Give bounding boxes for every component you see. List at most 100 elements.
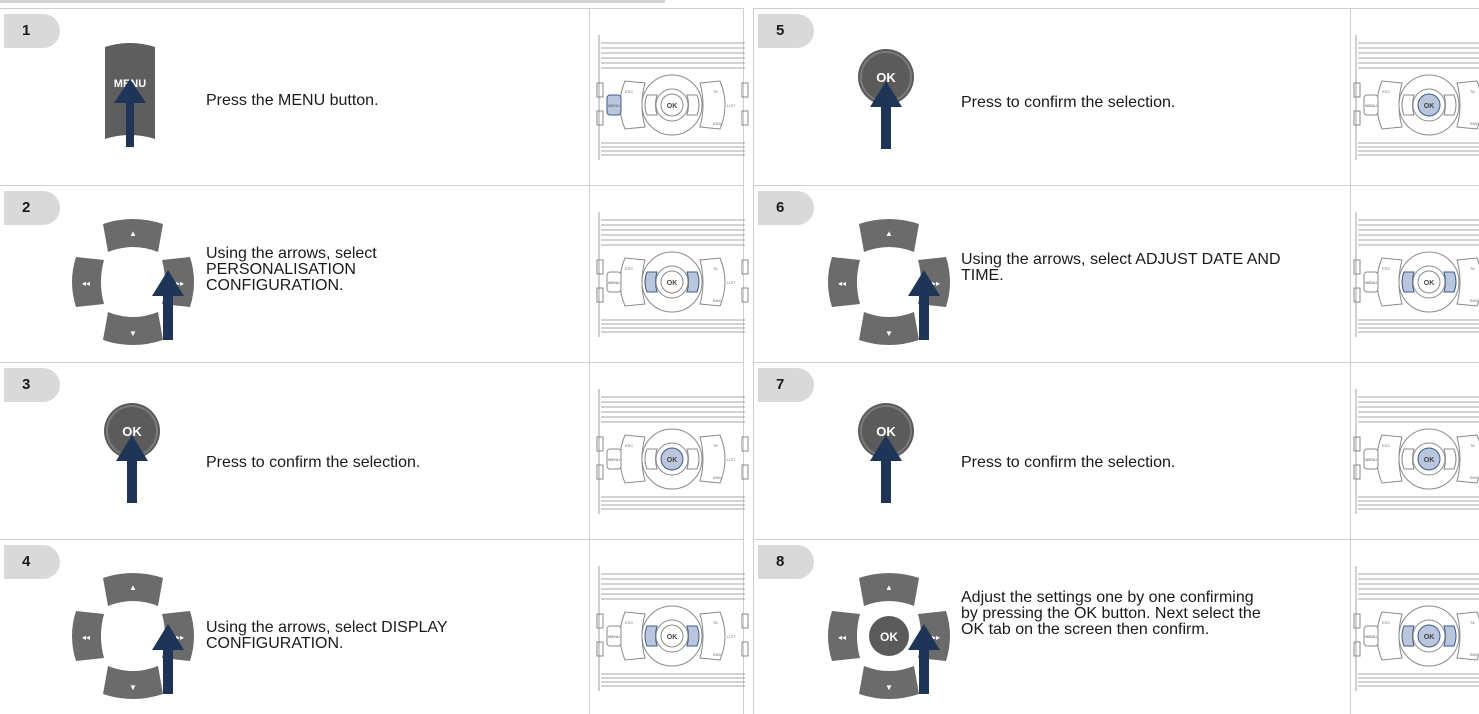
step-number: 5: [758, 14, 814, 48]
svg-text:ESC: ESC: [625, 89, 633, 94]
column-divider: [1350, 540, 1351, 714]
svg-text:OK: OK: [1424, 280, 1435, 287]
step-number: 2: [4, 191, 60, 225]
step-row: 3 OK Press to confirm the selection. MEN…: [0, 363, 749, 540]
column-divider: [589, 540, 590, 714]
menu-button-icon: MENU: [100, 39, 160, 154]
svg-text:◂◂: ◂◂: [838, 633, 846, 642]
left-column: 1 MENU Press the MENU button. MENU ESC T…: [0, 8, 749, 714]
step-row: 8 ▲ ▼ ◂◂ ▸▸ OK Adjust the settings one b…: [754, 540, 1479, 714]
step-row: 4 ▲ ▼ ◂◂ ▸▸ Using the arrows, select DIS…: [0, 540, 749, 714]
right-column: 5 OK Press to confirm the selection. MEN…: [753, 8, 1479, 714]
arrow-pad-icon: ▲ ▼ ◂◂ ▸▸: [68, 566, 198, 711]
svg-text:◂◂: ◂◂: [82, 633, 90, 642]
step-instruction: Press to confirm the selection.: [961, 94, 1176, 111]
svg-text:OK: OK: [1424, 634, 1435, 641]
svg-text:OK: OK: [667, 103, 678, 110]
console-diagram: MENU ESC TA LIST BND OK: [595, 212, 750, 337]
console-diagram: MENU ESC TA LIST BND OK: [595, 389, 750, 514]
svg-text:BND: BND: [713, 652, 722, 657]
svg-text:◂◂: ◂◂: [82, 279, 90, 288]
svg-text:OK: OK: [1424, 103, 1435, 110]
arrow-pad-icon: ▲ ▼ ◂◂ ▸▸: [68, 212, 198, 357]
step-number: 1: [4, 14, 60, 48]
svg-text:TA: TA: [1470, 89, 1475, 94]
step-instruction: Using the arrows, select PERSONALISATION…: [206, 245, 377, 294]
svg-text:BND: BND: [1470, 298, 1479, 303]
console-diagram: MENU ESC TA LIST BND OK: [1352, 212, 1479, 337]
console-diagram: MENU ESC TA LIST BND OK: [595, 35, 750, 160]
step-number: 8: [758, 545, 814, 579]
ok-button-icon: OK: [854, 393, 924, 508]
svg-text:LIST: LIST: [727, 457, 736, 462]
svg-text:TA: TA: [1470, 620, 1475, 625]
column-divider: [589, 186, 590, 362]
svg-text:ESC: ESC: [625, 266, 633, 271]
console-diagram: MENU ESC TA LIST BND OK: [1352, 35, 1479, 160]
svg-text:ESC: ESC: [1382, 620, 1390, 625]
svg-text:▲: ▲: [885, 229, 893, 238]
svg-text:OK: OK: [880, 630, 898, 644]
svg-text:MENU: MENU: [608, 457, 620, 462]
svg-text:BND: BND: [713, 475, 722, 480]
svg-text:MENU: MENU: [608, 103, 620, 108]
svg-text:BND: BND: [1470, 121, 1479, 126]
svg-text:LIST: LIST: [727, 634, 736, 639]
svg-text:TA: TA: [713, 266, 718, 271]
svg-text:ESC: ESC: [1382, 443, 1390, 448]
step-instruction: Press to confirm the selection.: [206, 454, 421, 471]
svg-text:BND: BND: [1470, 475, 1479, 480]
svg-text:OK: OK: [1424, 457, 1435, 464]
svg-text:LIST: LIST: [727, 103, 736, 108]
step-row: 5 OK Press to confirm the selection. MEN…: [754, 9, 1479, 186]
step-number: 3: [4, 368, 60, 402]
svg-text:TA: TA: [713, 620, 718, 625]
column-divider: [589, 363, 590, 539]
ok-button-icon: OK: [100, 393, 170, 508]
console-diagram: MENU ESC TA LIST BND OK: [1352, 566, 1479, 691]
step-instruction: Using the arrows, select DISPLAY CONFIGU…: [206, 619, 448, 652]
svg-text:TA: TA: [1470, 266, 1475, 271]
step-instruction: Using the arrows, select ADJUST DATE AND…: [961, 251, 1281, 284]
step-row: 7 OK Press to confirm the selection. MEN…: [754, 363, 1479, 540]
svg-text:OK: OK: [667, 457, 678, 464]
console-diagram: MENU ESC TA LIST BND OK: [595, 566, 750, 691]
ok-button-icon: OK: [854, 39, 924, 154]
svg-text:▲: ▲: [885, 583, 893, 592]
svg-text:OK: OK: [667, 634, 678, 641]
svg-text:ESC: ESC: [1382, 266, 1390, 271]
step-number: 6: [758, 191, 814, 225]
svg-text:MENU: MENU: [608, 634, 620, 639]
svg-text:MENU: MENU: [1365, 634, 1377, 639]
svg-text:OK: OK: [667, 280, 678, 287]
step-row: 2 ▲ ▼ ◂◂ ▸▸ Using the arrows, select PER…: [0, 186, 749, 363]
svg-text:▲: ▲: [129, 583, 137, 592]
svg-text:TA: TA: [713, 443, 718, 448]
svg-text:▲: ▲: [129, 229, 137, 238]
top-rule: [0, 0, 665, 3]
column-divider: [589, 9, 590, 185]
svg-text:TA: TA: [1470, 443, 1475, 448]
svg-text:ESC: ESC: [625, 620, 633, 625]
svg-text:◂◂: ◂◂: [838, 279, 846, 288]
svg-text:▼: ▼: [885, 683, 893, 692]
svg-text:MENU: MENU: [608, 280, 620, 285]
svg-text:TA: TA: [713, 89, 718, 94]
column-divider: [1350, 363, 1351, 539]
column-divider: [1350, 186, 1351, 362]
svg-text:ESC: ESC: [1382, 89, 1390, 94]
step-number: 4: [4, 545, 60, 579]
svg-text:▼: ▼: [885, 329, 893, 338]
step-row: 6 ▲ ▼ ◂◂ ▸▸ Using the arrows, select ADJ…: [754, 186, 1479, 363]
svg-text:MENU: MENU: [1365, 103, 1377, 108]
column-divider: [1350, 9, 1351, 185]
step-instruction: Press the MENU button.: [206, 92, 379, 109]
arrow-pad-ok-icon: ▲ ▼ ◂◂ ▸▸ OK: [824, 566, 954, 711]
step-instruction: Adjust the settings one by one confirmin…: [961, 589, 1261, 638]
svg-text:MENU: MENU: [1365, 280, 1377, 285]
svg-text:LIST: LIST: [727, 280, 736, 285]
svg-text:▼: ▼: [129, 683, 137, 692]
step-row: 1 MENU Press the MENU button. MENU ESC T…: [0, 9, 749, 186]
svg-text:BND: BND: [1470, 652, 1479, 657]
step-instruction: Press to confirm the selection.: [961, 454, 1176, 471]
